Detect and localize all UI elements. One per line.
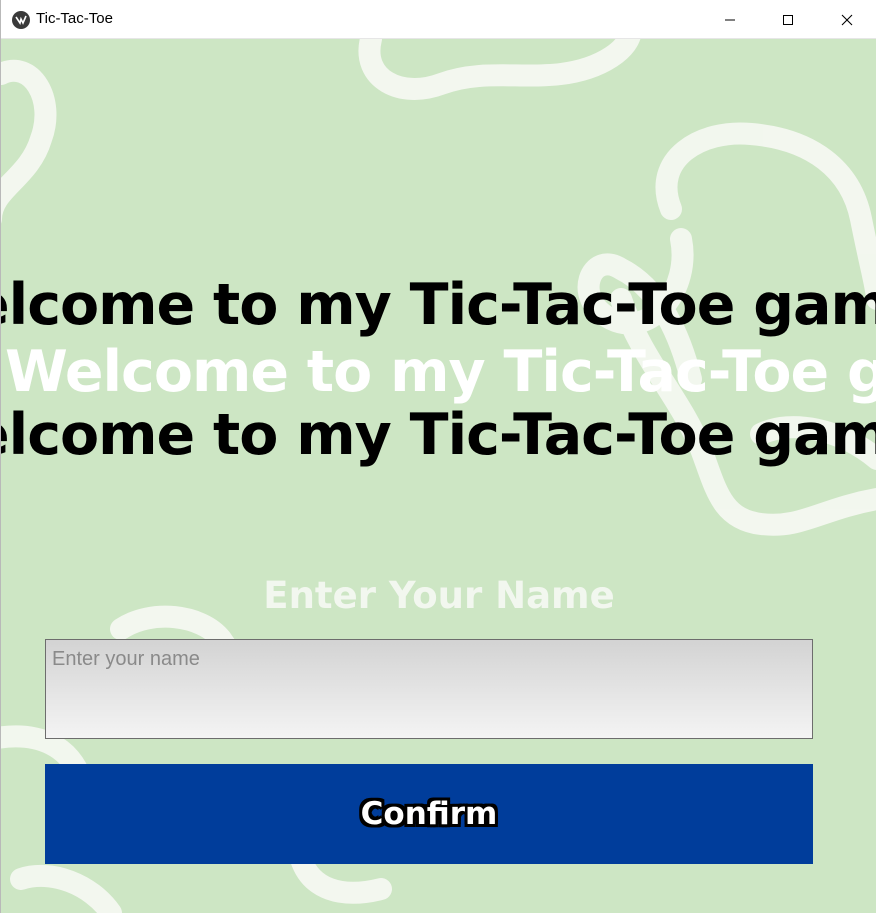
welcome-text-shadow-bottom: elcome to my Tic-Tac-Toe gam: [1, 402, 876, 468]
maximize-button[interactable]: [759, 0, 817, 39]
welcome-text: Welcome to my Tic-Tac-Toe game!: [5, 339, 876, 405]
minimize-icon: [725, 19, 735, 20]
title-bar[interactable]: Tic-Tac-Toe: [1, 0, 876, 39]
maximize-icon: [783, 14, 793, 25]
welcome-text-shadow-top: elcome to my Tic-Tac-Toe gam: [1, 272, 876, 338]
app-window: Tic-Tac-Toe elcome to my Tic-Tac-Toe gam…: [0, 0, 876, 913]
game-screen: elcome to my Tic-Tac-Toe gam Welcome to …: [1, 39, 876, 913]
close-icon: [841, 14, 853, 25]
confirm-button-label: Confirm: [360, 796, 498, 832]
window-title: Tic-Tac-Toe: [36, 10, 113, 27]
minimize-button[interactable]: [701, 0, 759, 39]
close-button[interactable]: [818, 0, 876, 39]
confirm-button[interactable]: Confirm: [45, 764, 813, 864]
enter-name-heading: Enter Your Name: [263, 574, 615, 617]
name-input[interactable]: [45, 639, 813, 739]
kivy-app-icon: [12, 11, 30, 29]
